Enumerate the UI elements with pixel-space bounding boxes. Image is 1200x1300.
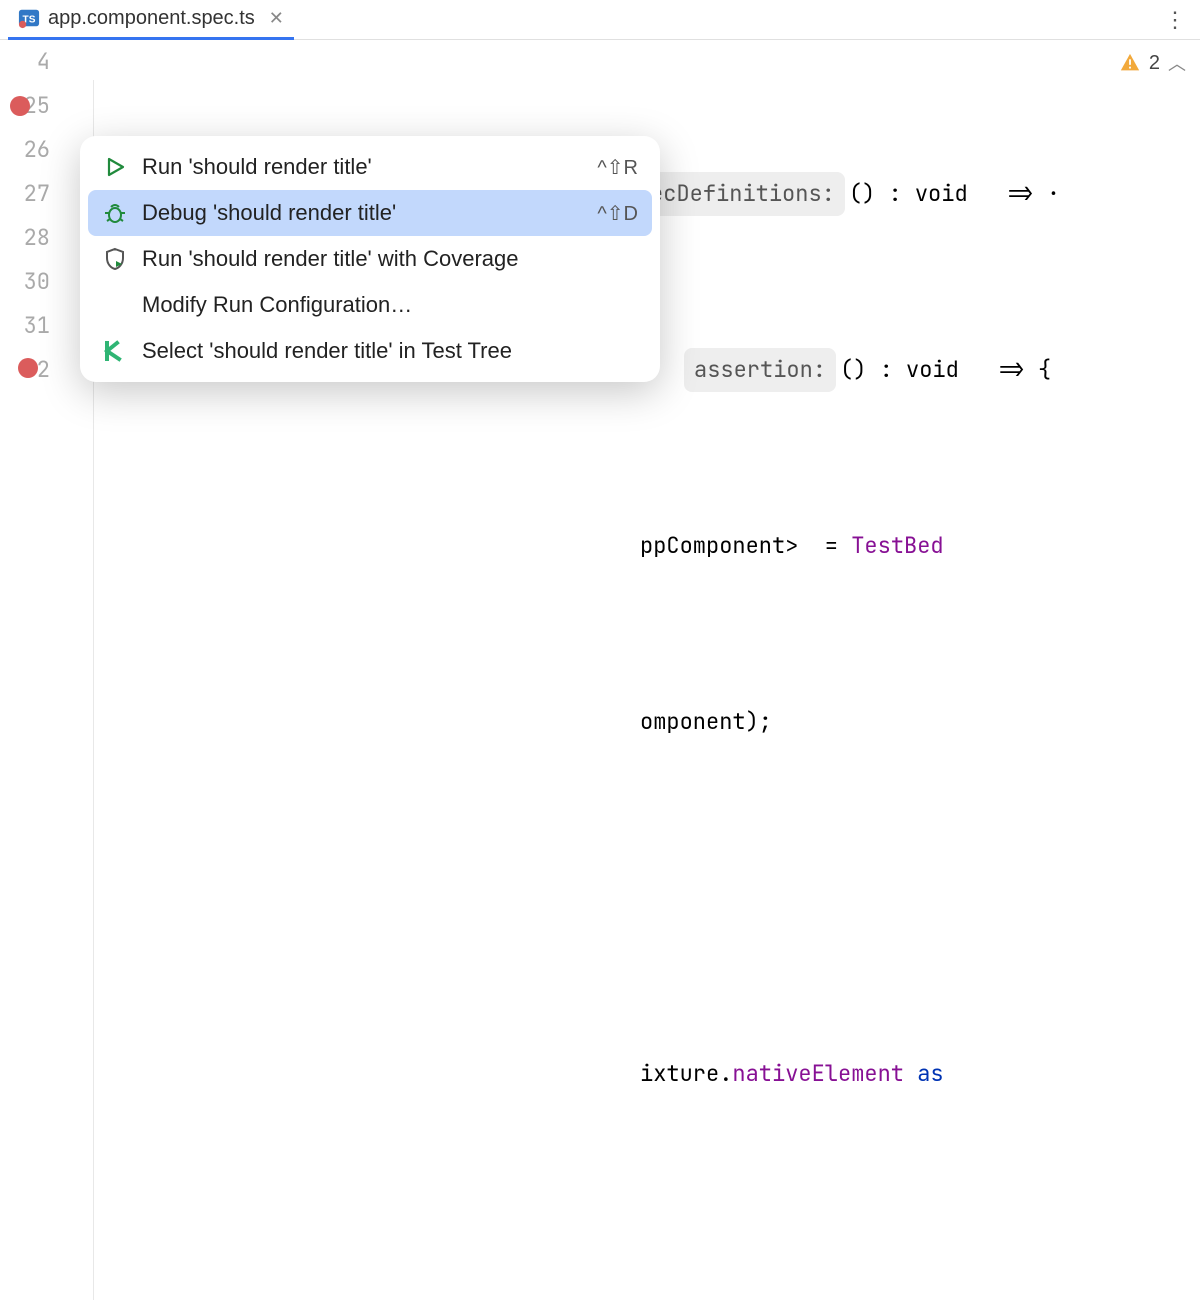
menu-item-run[interactable]: Run 'should render title' ^⇧R: [88, 144, 652, 190]
breakpoint-icon[interactable]: [18, 358, 38, 378]
menu-item-debug[interactable]: Debug 'should render title' ^⇧D: [88, 190, 652, 236]
menu-item-coverage[interactable]: Run 'should render title' with Coverage: [88, 236, 652, 282]
gutter-context-menu: Run 'should render title' ^⇧R Debug 'sho…: [80, 136, 660, 382]
kebab-menu-icon[interactable]: ⋮: [1158, 7, 1192, 33]
karma-icon: [102, 338, 128, 364]
line-number: 30: [0, 260, 50, 304]
line-number: 31: [0, 304, 50, 348]
breakpoint-icon[interactable]: [10, 96, 30, 116]
line-number: 27: [0, 172, 50, 216]
code-line: omponent);: [80, 700, 1200, 744]
menu-item-modify-config[interactable]: Modify Run Configuration…: [88, 282, 652, 328]
file-tab[interactable]: TS app.component.spec.ts ✕: [8, 0, 294, 40]
code-line: [80, 1228, 1200, 1272]
gutter[interactable]: 4 25 26 27 28 30 31 32: [0, 40, 60, 1300]
code-line: ixture.nativeElement as: [80, 1052, 1200, 1096]
line-number: 28: [0, 216, 50, 260]
tab-filename: app.component.spec.ts: [48, 7, 255, 30]
code-line: [80, 876, 1200, 920]
code-line: ppComponent> = TestBed: [80, 524, 1200, 568]
line-number: 4: [0, 40, 50, 84]
bug-icon: [102, 200, 128, 226]
typescript-file-icon: TS: [18, 7, 40, 29]
line-number: 26: [0, 128, 50, 172]
close-icon[interactable]: ✕: [269, 8, 284, 29]
menu-item-select-test-tree[interactable]: Select 'should render title' in Test Tre…: [88, 328, 652, 374]
shield-play-icon: [102, 246, 128, 272]
play-icon: [102, 154, 128, 180]
blank-icon: [102, 292, 128, 318]
